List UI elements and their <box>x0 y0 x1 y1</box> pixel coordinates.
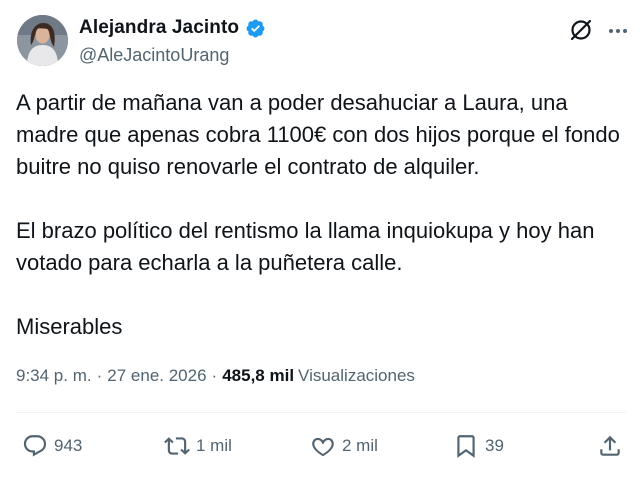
more-dots-icon[interactable] <box>605 18 631 44</box>
like-button[interactable]: 2 mil <box>310 428 378 464</box>
meta-separator: · <box>96 366 103 385</box>
share-button[interactable] <box>597 428 623 464</box>
views-label: Visualizaciones <box>298 366 415 385</box>
tweet-time[interactable]: 9:34 p. m. <box>16 366 92 386</box>
bookmark-count: 39 <box>485 436 504 455</box>
avatar-photo <box>17 15 68 66</box>
tweet-text: A partir de mañana van a poder desahucia… <box>16 87 626 343</box>
share-icon <box>600 435 620 456</box>
repost-icon <box>164 437 190 455</box>
heart-icon <box>312 437 334 457</box>
bookmark-button[interactable]: 39 <box>453 428 504 464</box>
repost-count: 1 mil <box>196 436 232 455</box>
action-bar: 943 1 mil 2 mil 39 <box>0 428 642 464</box>
author-name[interactable]: Alejandra Jacinto <box>79 17 239 39</box>
views-count: 485,8 mil <box>222 366 295 385</box>
tweet-meta: 9:34 p. m. · 27 ene. 2026 · 485,8 mil Vi… <box>16 366 415 386</box>
reply-button[interactable]: 943 <box>22 428 82 464</box>
avatar[interactable] <box>17 15 68 66</box>
tweet-paragraph: El brazo político del rentismo la llama … <box>16 218 595 275</box>
reply-icon <box>23 435 47 457</box>
reply-count: 943 <box>54 436 83 455</box>
author-handle[interactable]: @AleJacintoUrang <box>79 45 229 66</box>
like-count: 2 mil <box>342 436 378 455</box>
bookmark-icon <box>457 435 475 458</box>
verified-badge-icon <box>245 18 266 39</box>
meta-separator: · <box>211 366 218 385</box>
tweet-paragraph: Miserables <box>16 314 123 339</box>
tweet-paragraph: A partir de mañana van a poder desahucia… <box>16 90 620 179</box>
divider <box>16 412 626 413</box>
author-name-row[interactable]: Alejandra Jacinto <box>79 17 266 39</box>
grok-icon[interactable] <box>568 17 594 43</box>
repost-button[interactable]: 1 mil <box>164 428 232 464</box>
tweet-date[interactable]: 27 ene. 2026 <box>107 366 206 386</box>
